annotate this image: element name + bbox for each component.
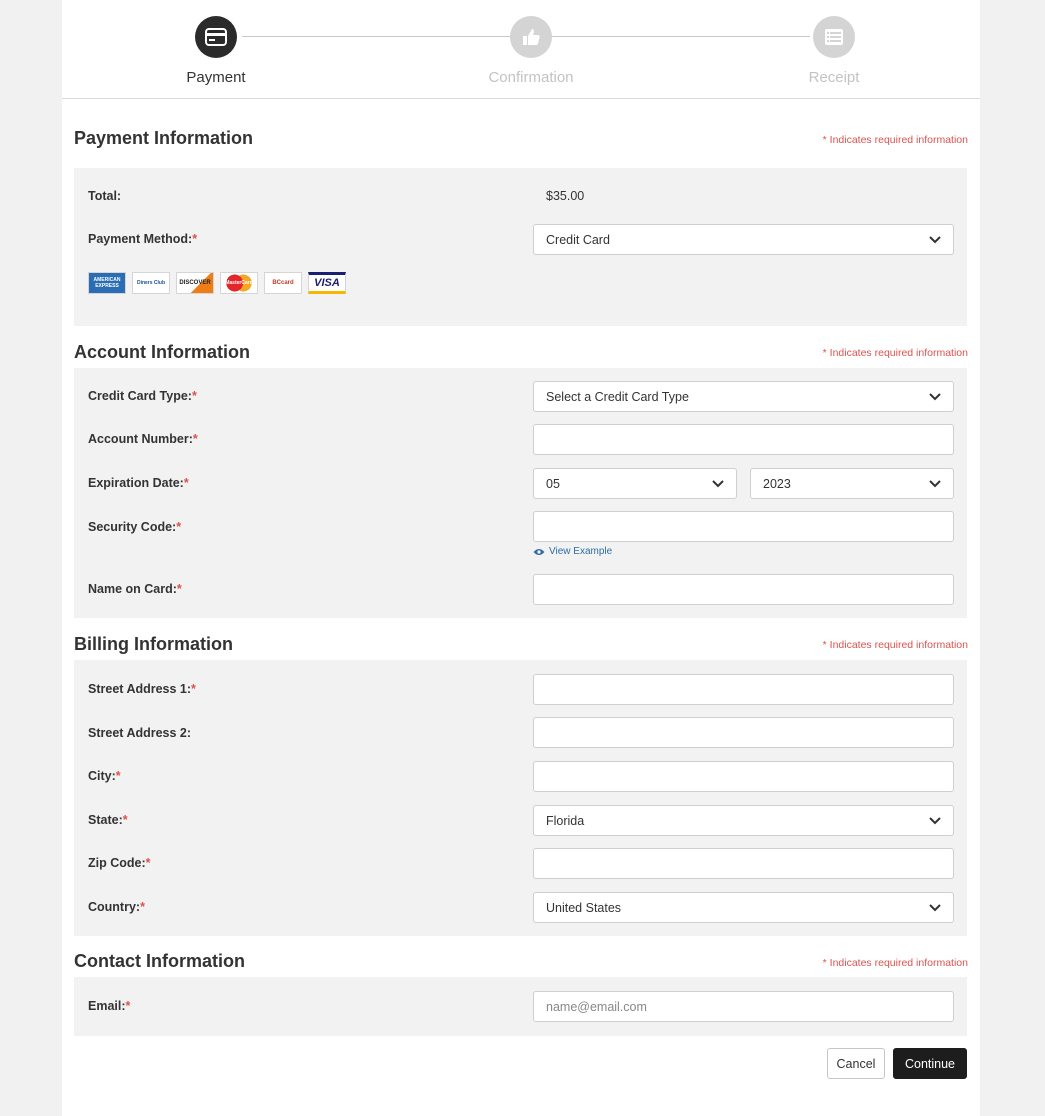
step-label: Payment bbox=[186, 69, 246, 86]
account-panel: Credit Card Type:* Select a Credit Card … bbox=[74, 368, 967, 618]
thumbs-up-icon bbox=[510, 16, 552, 58]
required-note: * Indicates required information bbox=[822, 347, 968, 359]
city-label: City:* bbox=[88, 769, 121, 783]
email-label: Email:* bbox=[88, 999, 131, 1013]
contact-section-title: Contact Information bbox=[74, 951, 245, 971]
credit-card-icon bbox=[195, 16, 237, 58]
expiration-label: Expiration Date:* bbox=[88, 476, 189, 490]
required-note: * Indicates required information bbox=[822, 957, 968, 969]
country-select[interactable]: United States bbox=[533, 892, 954, 923]
chevron-down-icon bbox=[712, 479, 724, 487]
continue-button[interactable]: Continue bbox=[893, 1048, 967, 1079]
card-type-select[interactable]: Select a Credit Card Type bbox=[533, 381, 954, 412]
chevron-down-icon bbox=[929, 235, 941, 243]
city-input[interactable] bbox=[533, 761, 954, 792]
eye-icon bbox=[533, 548, 545, 555]
street1-label: Street Address 1:* bbox=[88, 682, 196, 696]
cancel-button[interactable]: Cancel bbox=[827, 1048, 885, 1079]
required-note: * Indicates required information bbox=[822, 639, 968, 651]
name-on-card-input[interactable] bbox=[533, 574, 954, 605]
expiration-month-select[interactable]: 05 bbox=[533, 468, 737, 499]
state-label: State:* bbox=[88, 813, 128, 827]
step-label: Confirmation bbox=[488, 69, 574, 86]
total-value: $35.00 bbox=[546, 189, 585, 203]
accepted-cards: AMERICAN EXPRESS Diners Club DISCOVER Ma… bbox=[88, 272, 346, 294]
billing-section-title: Billing Information bbox=[74, 634, 233, 654]
chevron-down-icon bbox=[929, 816, 941, 824]
step-payment: Payment bbox=[116, 16, 316, 86]
account-number-label: Account Number:* bbox=[88, 432, 198, 446]
street1-input[interactable] bbox=[533, 674, 954, 705]
chevron-down-icon bbox=[929, 392, 941, 400]
billing-panel: Street Address 1:* Street Address 2: Cit… bbox=[74, 660, 967, 936]
state-select[interactable]: Florida bbox=[533, 805, 954, 836]
security-code-label: Security Code:* bbox=[88, 520, 182, 534]
payment-method-label: Payment Method:* bbox=[88, 232, 198, 246]
zip-input[interactable] bbox=[533, 848, 954, 879]
card-type-label: Credit Card Type:* bbox=[88, 389, 197, 403]
street2-label: Street Address 2: bbox=[88, 726, 192, 740]
name-on-card-label: Name on Card:* bbox=[88, 582, 182, 596]
account-number-input[interactable] bbox=[533, 424, 954, 455]
step-label: Receipt bbox=[808, 69, 860, 86]
view-example-link[interactable]: View Example bbox=[533, 546, 612, 557]
required-note: * Indicates required information bbox=[822, 134, 968, 146]
progress-stepper: Payment Confirmation Receipt bbox=[62, 0, 980, 99]
discover-logo: DISCOVER bbox=[176, 272, 214, 294]
expiration-year-select[interactable]: 2023 bbox=[750, 468, 954, 499]
payment-method-select[interactable]: Credit Card bbox=[533, 224, 954, 255]
security-code-input[interactable] bbox=[533, 511, 954, 542]
zip-label: Zip Code:* bbox=[88, 856, 151, 870]
diners-logo: Diners Club bbox=[132, 272, 170, 294]
step-receipt: Receipt bbox=[734, 16, 934, 86]
country-label: Country:* bbox=[88, 900, 145, 914]
street2-input[interactable] bbox=[533, 717, 954, 748]
amex-logo: AMERICAN EXPRESS bbox=[88, 272, 126, 294]
visa-logo: VISA bbox=[308, 272, 346, 294]
payment-panel: Total: $35.00 Payment Method:* Credit Ca… bbox=[74, 168, 967, 326]
payment-section-title: Payment Information bbox=[74, 128, 254, 148]
total-label: Total: bbox=[88, 189, 122, 203]
contact-panel: Email:* name@email.com bbox=[74, 977, 967, 1036]
chevron-down-icon bbox=[929, 903, 941, 911]
mastercard-logo: MasterCard bbox=[220, 272, 258, 294]
step-confirmation: Confirmation bbox=[431, 16, 631, 86]
bccard-logo: BCcard bbox=[264, 272, 302, 294]
chevron-down-icon bbox=[929, 479, 941, 487]
email-input[interactable]: name@email.com bbox=[533, 991, 954, 1022]
account-section-title: Account Information bbox=[74, 342, 250, 362]
list-icon bbox=[813, 16, 855, 58]
payment-page: Payment Confirmation Receipt Payment Inf… bbox=[62, 0, 980, 1116]
